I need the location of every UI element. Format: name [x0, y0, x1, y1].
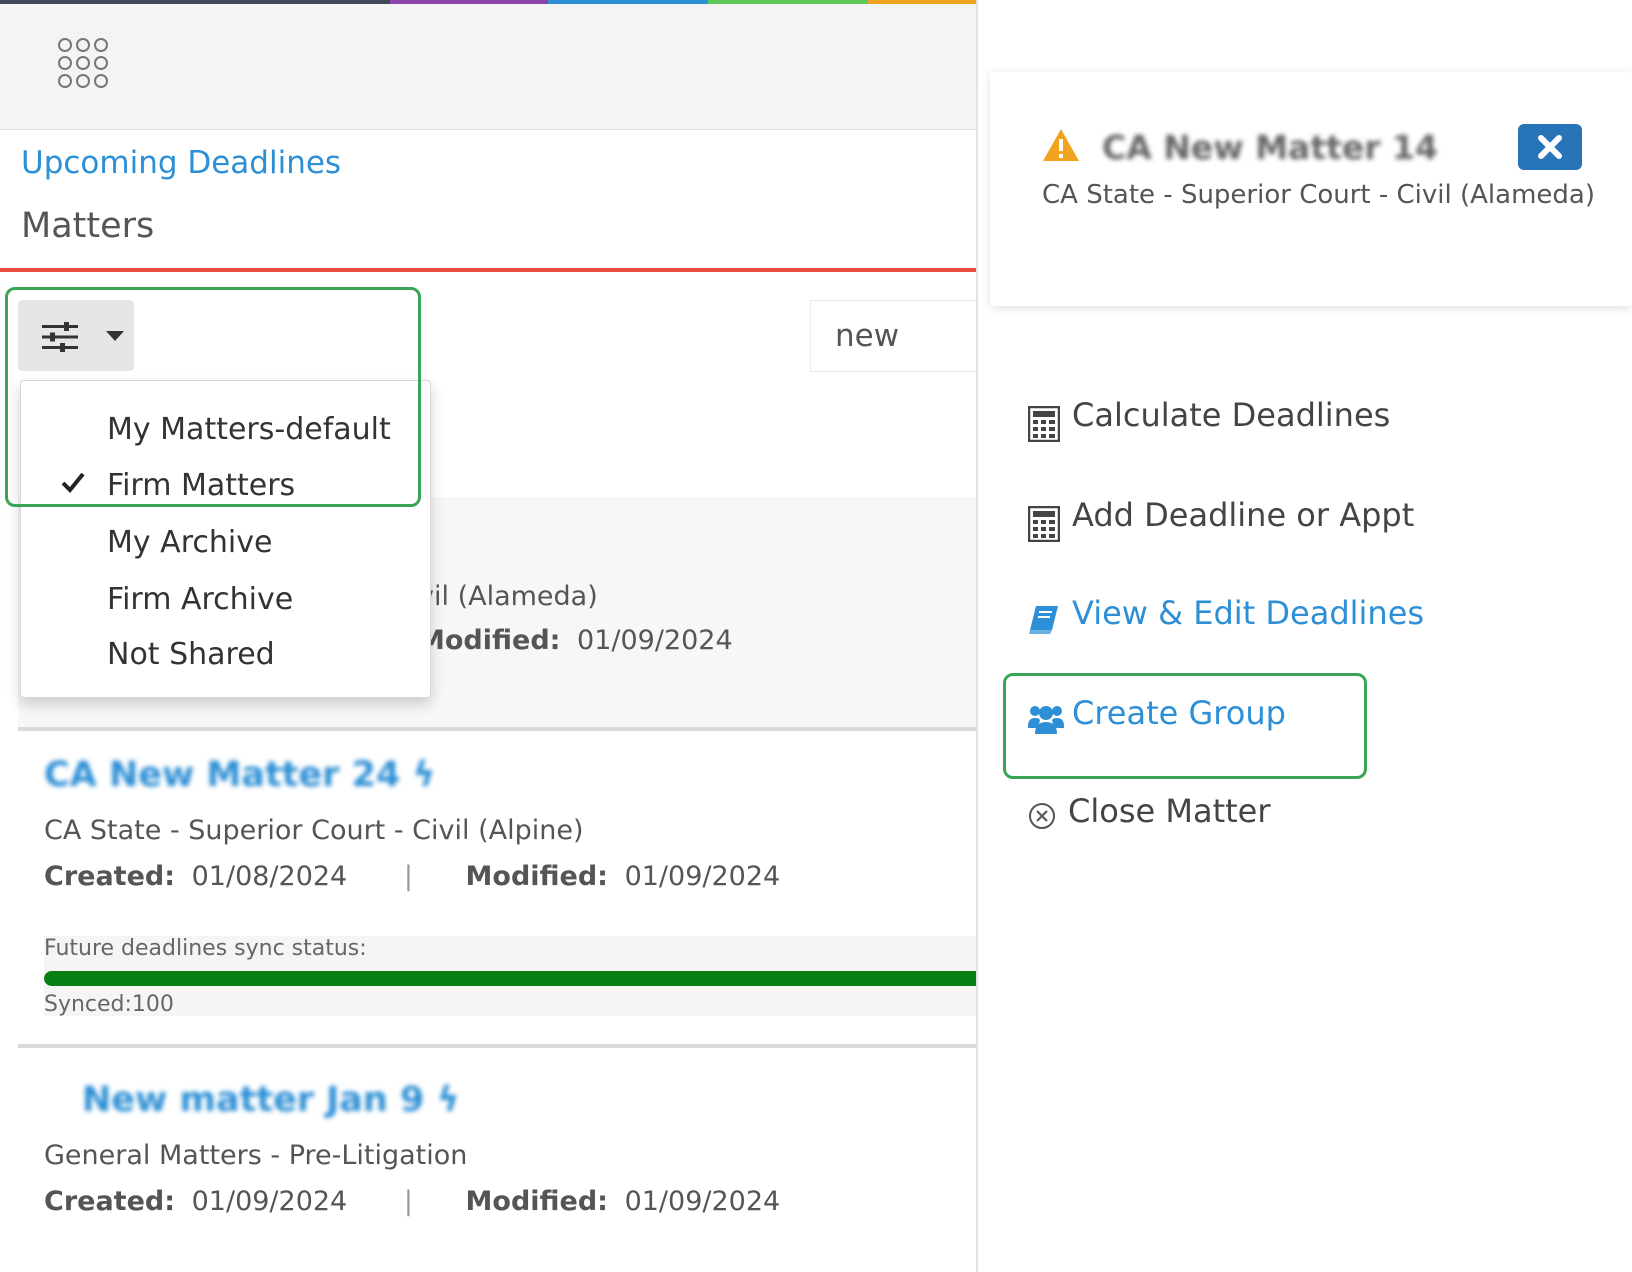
upcoming-deadlines-link[interactable]: Upcoming Deadlines [21, 145, 341, 181]
sync-progress-fill [44, 971, 976, 986]
menu-item-label: Firm Matters [107, 468, 296, 503]
matter-detail-pane: CA New Matter 14 CA State - Superior Cou… [978, 0, 1632, 1272]
matter-dates: Created: 01/08/2024 | Modified: 01/09/20… [44, 861, 780, 892]
menu-item-firm-matters[interactable]: Firm Matters [21, 461, 432, 513]
users-icon [1028, 706, 1064, 734]
date-separator: | [403, 861, 413, 892]
close-button[interactable] [1518, 124, 1582, 170]
search-input[interactable] [810, 300, 976, 372]
matter-title-link[interactable]: New matter Jan 9 ϟ [82, 1080, 460, 1120]
matter-court: CA State - Superior Court - Civil (Alpin… [44, 815, 584, 846]
matter-court: General Matters - Pre-Litigation [44, 1140, 468, 1171]
matter-title-link[interactable]: CA New Matter 24 ϟ [44, 755, 436, 795]
sync-progress-bar [44, 971, 976, 986]
date-separator: | [403, 1186, 413, 1217]
matter-title-text: New matter Jan 9 [82, 1080, 425, 1120]
menu-item-label: My Matters-default [107, 412, 391, 447]
modified-label: Modified: [465, 1186, 608, 1217]
top-toolbar [0, 4, 976, 130]
matter-court: CA State - Superior Court - Civil (Alame… [1042, 180, 1595, 210]
action-label: Create Group [1072, 694, 1286, 732]
circle-x-icon [1029, 803, 1055, 829]
matter-card[interactable]: New matter Jan 9 ϟ General Matters - Pre… [18, 1052, 976, 1272]
created-label: Created: [44, 1186, 176, 1217]
created-label: Created: [44, 861, 176, 892]
warning-icon [1043, 129, 1079, 161]
menu-item-label: Firm Archive [107, 582, 294, 617]
matter-title-text: CA New Matter 24 [44, 755, 401, 795]
matter-header-card: CA New Matter 14 CA State - Superior Cou… [990, 72, 1632, 306]
action-label: Close Matter [1068, 792, 1271, 830]
book-icon [1029, 606, 1058, 634]
checkmark-icon [61, 472, 85, 493]
bolt-icon: ϟ [436, 1080, 460, 1120]
menu-item-label: Not Shared [107, 637, 275, 672]
sync-status-text: Synced:100 [44, 992, 174, 1017]
action-label: View & Edit Deadlines [1072, 594, 1425, 632]
section-divider [0, 268, 976, 272]
apps-grid-icon[interactable] [58, 38, 112, 92]
calculator-icon [1028, 506, 1060, 542]
matter-dates: Created: 01/09/2024 | Modified: 01/09/20… [44, 1186, 780, 1217]
menu-item-label: My Archive [107, 525, 273, 560]
modified-date: 01/09/2024 [577, 625, 733, 656]
calculator-icon [1028, 406, 1060, 442]
created-date: 01/08/2024 [191, 861, 348, 892]
bolt-icon: ϟ [412, 755, 436, 795]
menu-item-not-shared[interactable]: Not Shared [21, 630, 432, 682]
modified-label: Modified: [418, 625, 561, 656]
sync-status-label: Future deadlines sync status: [44, 936, 367, 961]
matter-title: CA New Matter 14 [1102, 128, 1438, 167]
action-label: Calculate Deadlines [1072, 396, 1391, 434]
action-label: Add Deadline or Appt [1072, 496, 1415, 534]
matter-dates: Modified: 01/09/2024 [418, 625, 733, 656]
matters-list-pane: Upcoming Deadlines Matters vil (Alameda)… [0, 0, 976, 1272]
menu-item-my-matters-default[interactable]: My Matters-default [21, 405, 432, 457]
menu-item-my-archive[interactable]: My Archive [21, 518, 432, 570]
created-date: 01/09/2024 [191, 1186, 348, 1217]
filter-dropdown-button[interactable] [18, 300, 134, 371]
close-icon [1538, 135, 1562, 159]
matter-card[interactable]: CA New Matter 24 ϟ CA State - Superior C… [18, 735, 976, 1048]
chevron-down-icon [106, 331, 124, 341]
modified-date: 01/09/2024 [624, 1186, 781, 1217]
menu-item-firm-archive[interactable]: Firm Archive [21, 575, 432, 627]
page-title: Matters [21, 206, 155, 246]
modified-label: Modified: [465, 861, 608, 892]
modified-date: 01/09/2024 [624, 861, 781, 892]
sync-status-panel: Future deadlines sync status: Synced:100 [44, 936, 976, 1017]
filter-dropdown-menu: My Matters-default Firm Matters My Archi… [20, 380, 431, 698]
matter-court: vil (Alameda) [418, 581, 598, 612]
sliders-icon [42, 322, 78, 352]
